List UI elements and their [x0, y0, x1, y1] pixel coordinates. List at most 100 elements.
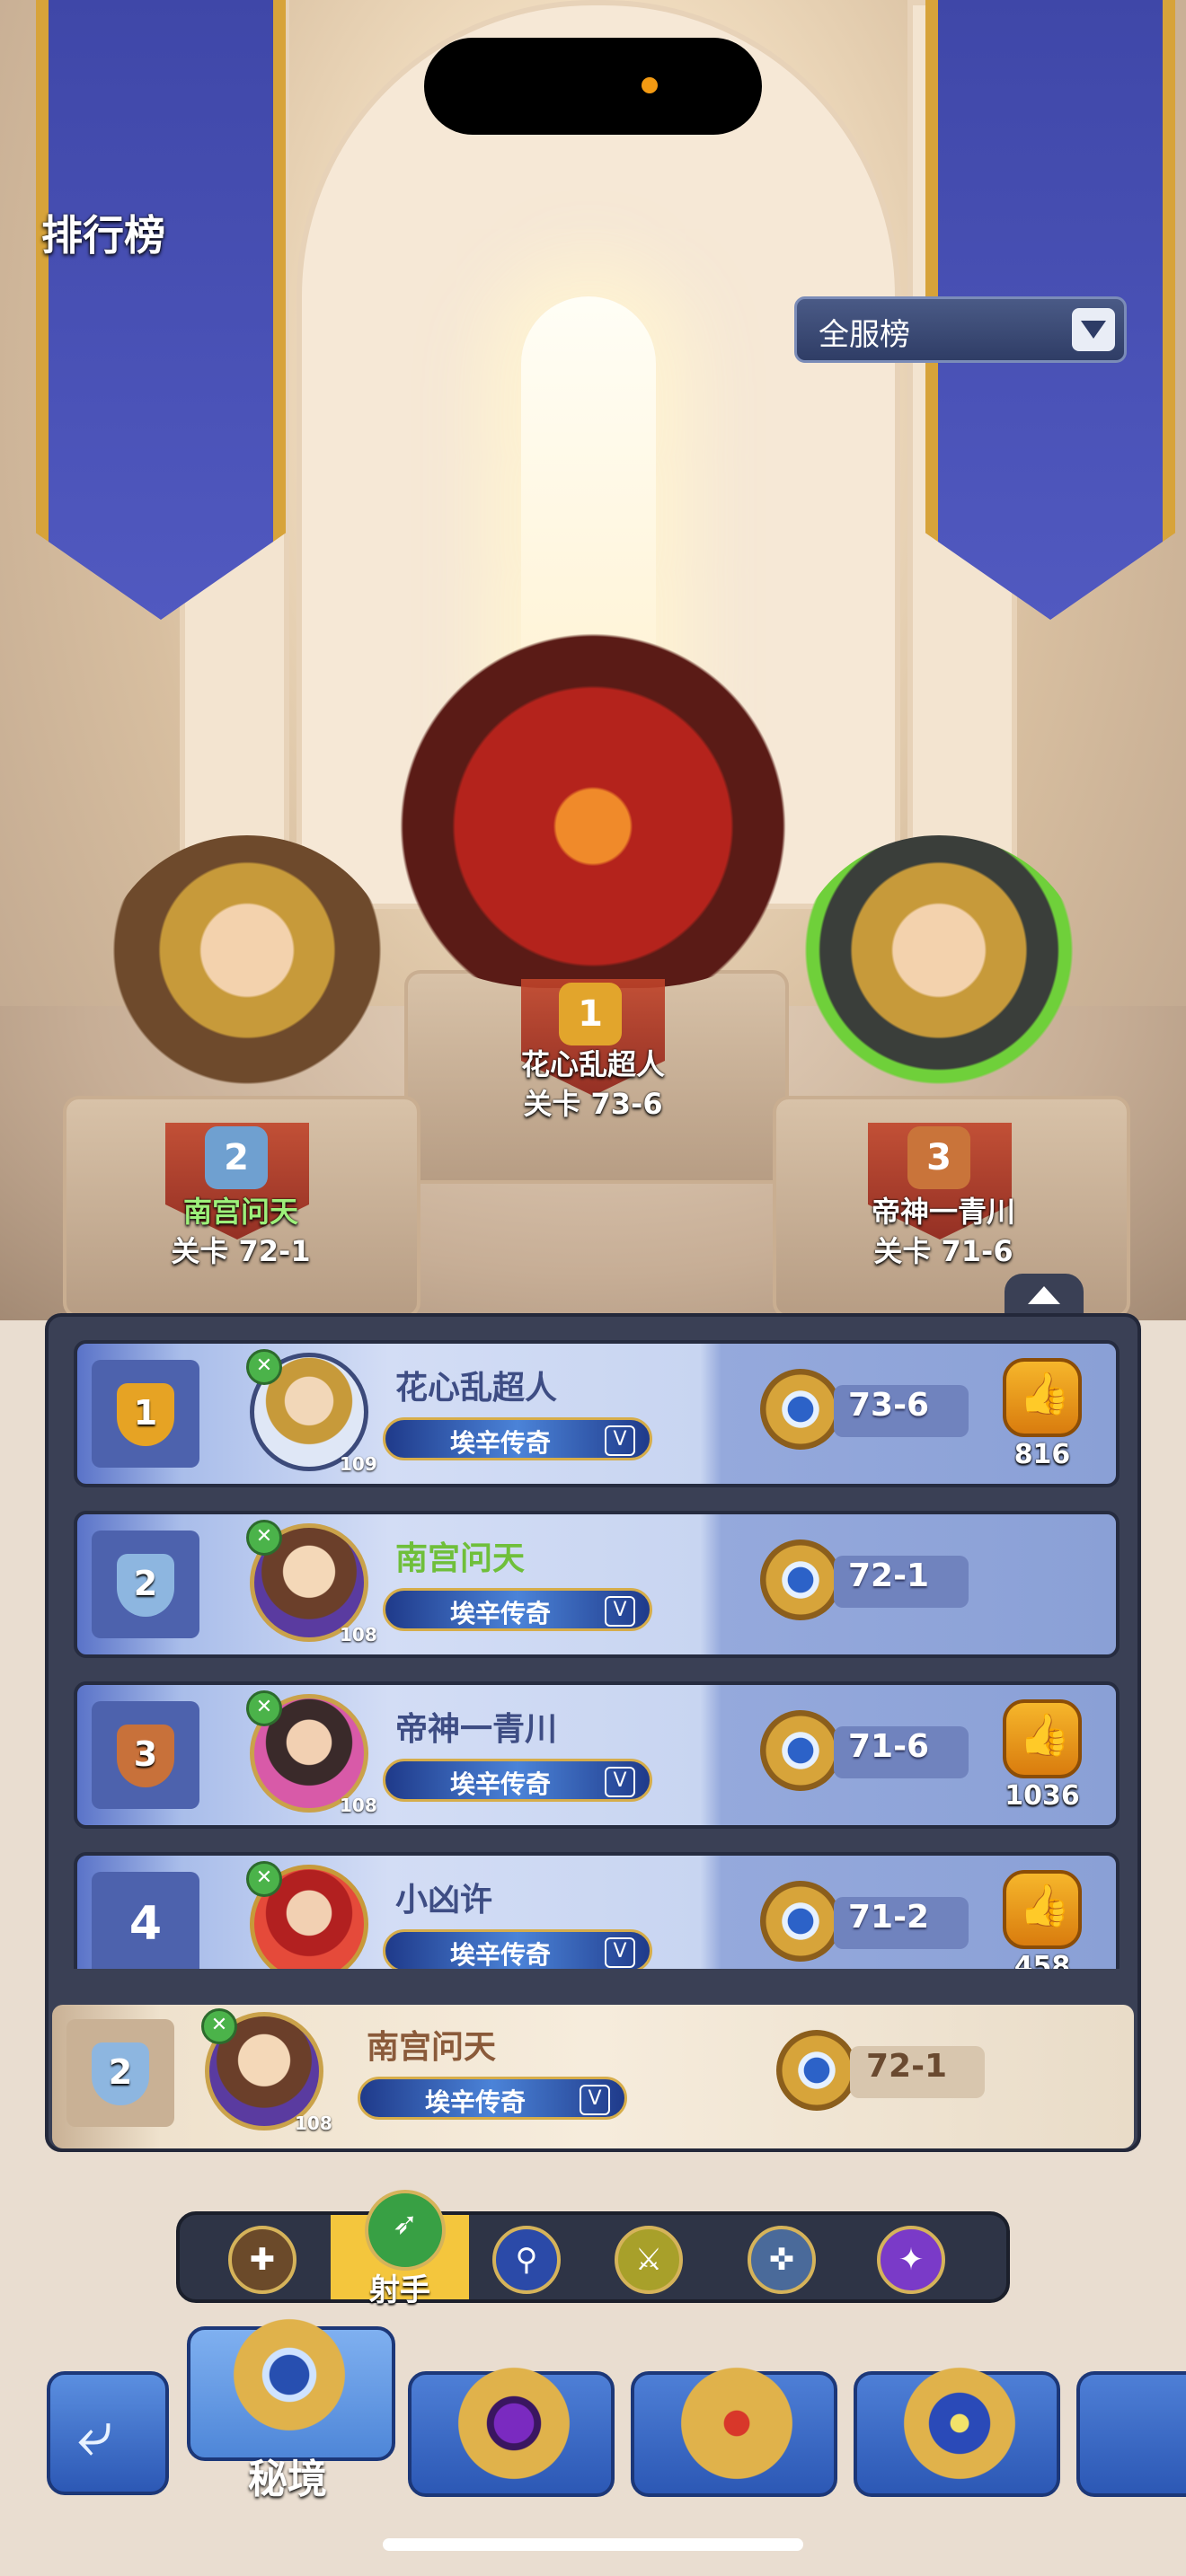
stage-emblem-icon	[760, 1369, 841, 1450]
table-row[interactable]: 1 ✕ 109 花心乱超人 埃辛传奇 V 73-6 816	[74, 1340, 1120, 1487]
player-level: 108	[340, 1795, 377, 1816]
player-name: 南宫问天	[395, 1540, 526, 1577]
like-icon[interactable]	[1003, 1870, 1082, 1949]
stage-emblem-icon	[760, 1710, 841, 1791]
stage-value: 71-2	[848, 1899, 930, 1936]
hero-third	[791, 835, 1087, 1123]
collapse-panel-button[interactable]	[1005, 1274, 1084, 1319]
rank-shield: 2	[117, 1554, 174, 1617]
dropdown-label: 全服榜	[819, 317, 910, 353]
secret-realm-emblem-icon	[226, 2312, 352, 2438]
podium-third-name[interactable]: 帝神一青川	[809, 1189, 1078, 1231]
stage-value: 72-1	[848, 1557, 930, 1594]
class-badge-icon: ✕	[246, 1690, 282, 1726]
stage-emblem-icon	[776, 2030, 857, 2111]
podium-second-stage: 关卡 72-1	[171, 1234, 311, 1268]
rank-shield: 1	[117, 1383, 174, 1446]
bottom-nav: ⤶ 秘境	[0, 2312, 1186, 2506]
player-level: 108	[340, 1624, 377, 1645]
return-arrow-icon: ⤶	[77, 2396, 113, 2470]
title-tier: V	[605, 1767, 635, 1797]
title-badge: 埃辛传奇 V	[383, 1929, 652, 1969]
like-icon[interactable]	[1003, 1358, 1082, 1437]
podium-first-name[interactable]: 花心乱超人	[458, 1042, 728, 1083]
axe-class-icon[interactable]: ✚	[228, 2226, 296, 2294]
podium-first-stage: 关卡 73-6	[523, 1087, 663, 1121]
rank-number: 4	[128, 1897, 163, 1951]
class-badge-icon: ✕	[246, 1861, 282, 1897]
player-level: 109	[340, 1453, 377, 1475]
staff-class-icon[interactable]: ⚲	[492, 2226, 561, 2294]
class-badge-icon: ✕	[201, 2008, 237, 2044]
player-name: 小凶许	[395, 1882, 493, 1919]
nav-tab-purple-emblem[interactable]	[408, 2360, 615, 2497]
rank-shield: 3	[117, 1725, 174, 1787]
nav-tab-star-emblem[interactable]	[854, 2360, 1060, 2497]
podium-second-name[interactable]: 南宫问天	[106, 1189, 376, 1231]
rank-cell: 4	[92, 1872, 199, 1969]
rank-cell: 2	[66, 2019, 174, 2127]
player-name: 南宫问天	[367, 2029, 497, 2066]
like-count: 458	[1013, 1951, 1071, 1969]
server-scope-dropdown[interactable]: 全服榜	[794, 296, 1127, 363]
title-badge: 埃辛传奇 V	[383, 1759, 652, 1802]
bow-class-icon[interactable]: ➶	[365, 2190, 446, 2271]
stage-value: 73-6	[848, 1387, 930, 1424]
banner-left	[36, 0, 286, 620]
magic-class-icon[interactable]: ✦	[877, 2226, 945, 2294]
like-icon[interactable]	[1003, 1699, 1082, 1778]
table-row[interactable]: 2 ✕ 108 南宫问天 埃辛传奇 V 72-1	[74, 1511, 1120, 1658]
podium-third-stage: 关卡 71-6	[873, 1234, 1013, 1268]
my-rank-row[interactable]: 2 ✕ 108 南宫问天 埃辛传奇 V 72-1	[52, 2005, 1134, 2148]
class-badge-icon: ✕	[246, 1349, 282, 1385]
recording-indicator	[642, 77, 658, 93]
back-button[interactable]: ⤶	[47, 2371, 169, 2495]
like-count: 816	[1013, 1439, 1071, 1470]
nav-tab-partial[interactable]	[1076, 2371, 1186, 2497]
nav-tab-label[interactable]: 秘境	[248, 2447, 327, 2504]
title-text: 埃辛传奇	[450, 1599, 552, 1628]
nav-tab-secret-realm[interactable]	[187, 2312, 395, 2461]
title-tier: V	[605, 1596, 635, 1627]
title-text: 埃辛传奇	[450, 1428, 552, 1458]
podium-rank-3-badge: 3	[907, 1126, 970, 1189]
hero-first	[359, 629, 827, 988]
player-level: 108	[295, 2113, 332, 2134]
rank-shield: 2	[92, 2042, 149, 2105]
title-tier: V	[605, 1937, 635, 1968]
title-badge: 埃辛传奇 V	[358, 2077, 627, 2120]
crown-emblem-icon	[674, 2360, 800, 2486]
nav-tab-crown-emblem[interactable]	[631, 2360, 837, 2497]
purple-emblem-icon	[451, 2360, 577, 2486]
title-tier: V	[605, 1425, 635, 1456]
star-emblem-icon	[897, 2360, 1022, 2486]
class-tab-label[interactable]: 射手	[331, 2265, 469, 2309]
rank-cell: 1	[92, 1360, 199, 1468]
player-name: 花心乱超人	[395, 1370, 558, 1407]
dynamic-island	[424, 38, 762, 135]
cross-class-icon[interactable]: ✜	[748, 2226, 816, 2294]
class-filter-bar: ✚ ➶ 射手 ⚲ ⚔ ✜ ✦	[176, 2190, 1010, 2308]
home-indicator[interactable]	[383, 2538, 803, 2551]
podium-rank-2-badge: 2	[205, 1126, 268, 1189]
title-badge: 埃辛传奇 V	[383, 1588, 652, 1631]
hero-second	[99, 835, 395, 1123]
ranking-list[interactable]: 1 ✕ 109 花心乱超人 埃辛传奇 V 73-6 816 2 ✕ 108 南宫…	[49, 1317, 1137, 1969]
title-tier: V	[580, 2085, 610, 2115]
rank-cell: 2	[92, 1531, 199, 1638]
title-text: 埃辛传奇	[425, 2087, 527, 2117]
chevron-down-icon	[1072, 308, 1115, 351]
table-row[interactable]: 3 ✕ 108 帝神一青川 埃辛传奇 V 71-6 1036	[74, 1681, 1120, 1829]
stage-value: 71-6	[848, 1728, 930, 1765]
title-text: 埃辛传奇	[450, 1769, 552, 1799]
class-badge-icon: ✕	[246, 1520, 282, 1556]
title-badge: 埃辛传奇 V	[383, 1417, 652, 1460]
like-count: 1036	[1005, 1780, 1080, 1812]
table-row[interactable]: 4 ✕ 小凶许 埃辛传奇 V 71-2 458	[74, 1852, 1120, 1969]
title-text: 埃辛传奇	[450, 1940, 552, 1969]
stage-emblem-icon	[760, 1539, 841, 1620]
blade-class-icon[interactable]: ⚔	[615, 2226, 683, 2294]
page-title: 排行榜	[41, 211, 165, 260]
player-name: 帝神一青川	[395, 1711, 558, 1748]
podium-rank-1-badge: 1	[559, 983, 622, 1045]
